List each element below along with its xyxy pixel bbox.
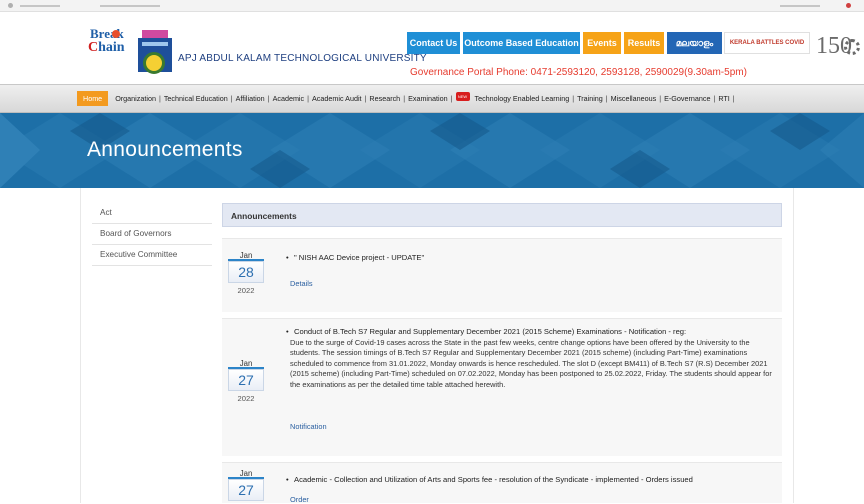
page-banner: Announcements bbox=[0, 113, 864, 188]
break-the-chain-logo[interactable]: Break Chain bbox=[82, 24, 138, 68]
kerala-battles-covid-button[interactable]: KERALA BATTLES COVID bbox=[724, 32, 810, 54]
nav-item-miscellaneous[interactable]: Miscellaneous bbox=[609, 94, 659, 103]
browser-dot-icon bbox=[846, 3, 851, 8]
date-day: 27 bbox=[228, 479, 264, 501]
logo-text: Chain bbox=[88, 40, 125, 55]
notification-link[interactable]: Notification bbox=[290, 422, 327, 431]
nav-item-training[interactable]: Training bbox=[575, 94, 605, 103]
main-nav: Home Organization | Technical Education | … bbox=[0, 84, 864, 113]
announcement-item: Jan 27 • Academic - Collection and Utiliz… bbox=[222, 462, 782, 504]
university-name[interactable]: APJ ABDUL KALAM TECHNOLOGICAL UNIVERSITY bbox=[178, 53, 427, 64]
nav-item-examination[interactable]: Examination bbox=[406, 94, 450, 103]
events-button[interactable]: Events bbox=[583, 32, 621, 54]
sidebar-item-act[interactable]: Act bbox=[92, 203, 212, 224]
virus-icon bbox=[112, 30, 120, 38]
browser-top-strip bbox=[0, 0, 864, 12]
date-year: 2022 bbox=[237, 286, 255, 295]
nav-item-technical-education[interactable]: Technical Education bbox=[162, 94, 230, 103]
sidebar-item-executive-committee[interactable]: Executive Committee bbox=[92, 245, 212, 266]
page-title: Announcements bbox=[87, 138, 243, 161]
date-day: 28 bbox=[228, 261, 264, 283]
results-button[interactable]: Results bbox=[624, 32, 664, 54]
date-badge: Jan 27 bbox=[228, 469, 264, 501]
nav-item-affiliation[interactable]: Affiliation bbox=[234, 94, 267, 103]
nav-item-organization[interactable]: Organization bbox=[113, 94, 158, 103]
malayalam-button[interactable]: മലയാളം bbox=[667, 32, 722, 54]
date-day: 27 bbox=[228, 369, 264, 391]
announcement-title[interactable]: • Academic - Collection and Utilization o… bbox=[286, 475, 766, 484]
nav-item-technology-enabled-learning[interactable]: Technology Enabled Learning bbox=[473, 94, 572, 103]
date-badge: Jan 27 2022 bbox=[228, 359, 264, 403]
details-link[interactable]: Details bbox=[290, 279, 313, 288]
contact-us-button[interactable]: Contact Us bbox=[407, 32, 460, 54]
150-years-logo: 150 bbox=[814, 33, 862, 75]
date-month: Jan bbox=[228, 359, 264, 369]
nav-item-research[interactable]: Research bbox=[367, 94, 402, 103]
announcements-header: Announcements bbox=[222, 203, 782, 227]
sidebar-item-board-of-governors[interactable]: Board of Governors bbox=[92, 224, 212, 245]
outcome-based-education-button[interactable]: Outcome Based Education bbox=[463, 32, 580, 54]
university-emblem-icon bbox=[143, 52, 165, 74]
announcement-title[interactable]: • " NISH AAC Device project - UPDATE" bbox=[286, 253, 766, 262]
date-month: Jan bbox=[228, 469, 264, 479]
nav-item-academic[interactable]: Academic bbox=[271, 94, 307, 103]
governance-portal-phone: Governance Portal Phone: 0471-2593120, 2… bbox=[410, 67, 747, 78]
announcement-title[interactable]: • Conduct of B.Tech S7 Regular and Supple… bbox=[286, 327, 766, 336]
browser-bar bbox=[20, 5, 60, 7]
browser-dot-icon bbox=[8, 3, 13, 8]
announcement-item: Jan 27 2022 • Conduct of B.Tech S7 Regula… bbox=[222, 318, 782, 456]
date-year: 2022 bbox=[237, 394, 255, 403]
nav-item-rti[interactable]: RTI bbox=[716, 94, 731, 103]
browser-bar bbox=[100, 5, 160, 7]
announcement-body: Due to the surge of Covid-19 cases acros… bbox=[290, 338, 772, 389]
browser-bar bbox=[780, 5, 820, 7]
nav-home[interactable]: Home bbox=[77, 91, 109, 106]
announcement-item: Jan 28 2022 • " NISH AAC Device project -… bbox=[222, 238, 782, 312]
gear-icon bbox=[844, 39, 860, 55]
nav-item-academic-audit[interactable]: Academic Audit bbox=[310, 94, 364, 103]
site-header: Break Chain APJ ABDUL KALAM TECHNOLOGICA… bbox=[0, 12, 864, 82]
date-month: Jan bbox=[228, 251, 264, 261]
new-badge-icon: NEW bbox=[455, 92, 470, 101]
date-badge: Jan 28 2022 bbox=[228, 251, 264, 295]
nav-item-e-governance[interactable]: E-Governance bbox=[662, 94, 712, 103]
sidebar: Act Board of Governors Executive Committ… bbox=[92, 203, 212, 266]
